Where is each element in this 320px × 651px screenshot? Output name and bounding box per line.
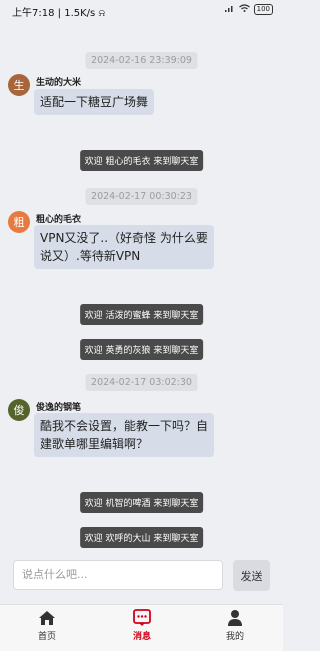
nav-item-mine[interactable]: 我的 [205,609,265,642]
signal-icon [224,4,235,15]
home-icon [37,609,57,627]
message-input[interactable]: 说点什么吧... [13,560,223,590]
system-notice: 欢迎 活泼的蜜蜂 来到聊天室 [79,304,204,325]
avatar-label: 粗 [13,216,25,229]
wifi-icon [238,4,250,15]
message-text-line: 说又）.等待新VPN [40,249,141,263]
nav-item-home[interactable]: 首页 [17,609,77,642]
sender-name: 生动的大米 [36,78,82,88]
avatar[interactable]: 俊 [8,399,30,421]
nav-label: 首页 [37,632,56,642]
message-bubble[interactable]: 适配一下糖豆广场舞 [34,89,155,115]
alarm-off-icon: ⍾ [98,8,106,19]
message-text-line: 建歌单哪里编辑啊？ [40,437,149,451]
battery-icon: 100 [253,4,273,15]
status-left: 上午7:18 | 1.5K/s ⍾ [12,8,106,19]
system-notice: 欢迎 欢呼的大山 来到聊天室 [79,527,204,548]
status-right: 100 [224,4,273,15]
timestamp: 2024-02-16 23:39:09 [85,52,198,69]
send-button[interactable]: 发送 [233,560,270,591]
timestamp: 2024-02-17 03:02:30 [85,374,198,391]
sender-name: 俊逸的钢笔 [36,403,82,413]
composer: 说点什么吧... 发送 [0,556,283,596]
message-bubble[interactable]: VPN又没了..（好奇怪 为什么要 说又）.等待新VPN [34,225,214,269]
system-notice: 欢迎 粗心的毛衣 来到聊天室 [79,150,204,171]
system-notice: 欢迎 英勇的灰狼 来到聊天室 [79,339,204,360]
person-icon [225,609,245,627]
avatar-label: 俊 [13,404,25,417]
sender-name: 粗心的毛衣 [36,215,82,225]
avatar-label: 生 [13,79,25,92]
message-bubble[interactable]: 酷我不会设置，能教一下吗？自 建歌单哪里编辑啊？ [34,413,215,457]
avatar[interactable]: 生 [8,74,30,96]
message-text: 适配一下糖豆广场舞 [40,95,149,109]
message-text-line: 酷我不会设置，能教一下吗？自 [40,419,209,433]
timestamp: 2024-02-17 00:30:23 [85,188,198,205]
avatar[interactable]: 粗 [8,211,30,233]
system-notice: 欢迎 机智的啤酒 来到聊天室 [79,492,204,513]
nav-label: 消息 [132,632,151,642]
message-icon [132,609,152,627]
status-bar: 上午7:18 | 1.5K/s ⍾ 100 [0,0,283,22]
message-text-line: VPN又没了..（好奇怪 为什么要 [40,231,208,245]
bottom-nav: 首页 消息 我的 [0,604,283,651]
nav-label: 我的 [225,632,244,642]
status-time: 上午7:18 [12,8,55,19]
nav-item-messages[interactable]: 消息 [112,609,172,642]
network-speed: 1.5K/s [64,8,96,19]
